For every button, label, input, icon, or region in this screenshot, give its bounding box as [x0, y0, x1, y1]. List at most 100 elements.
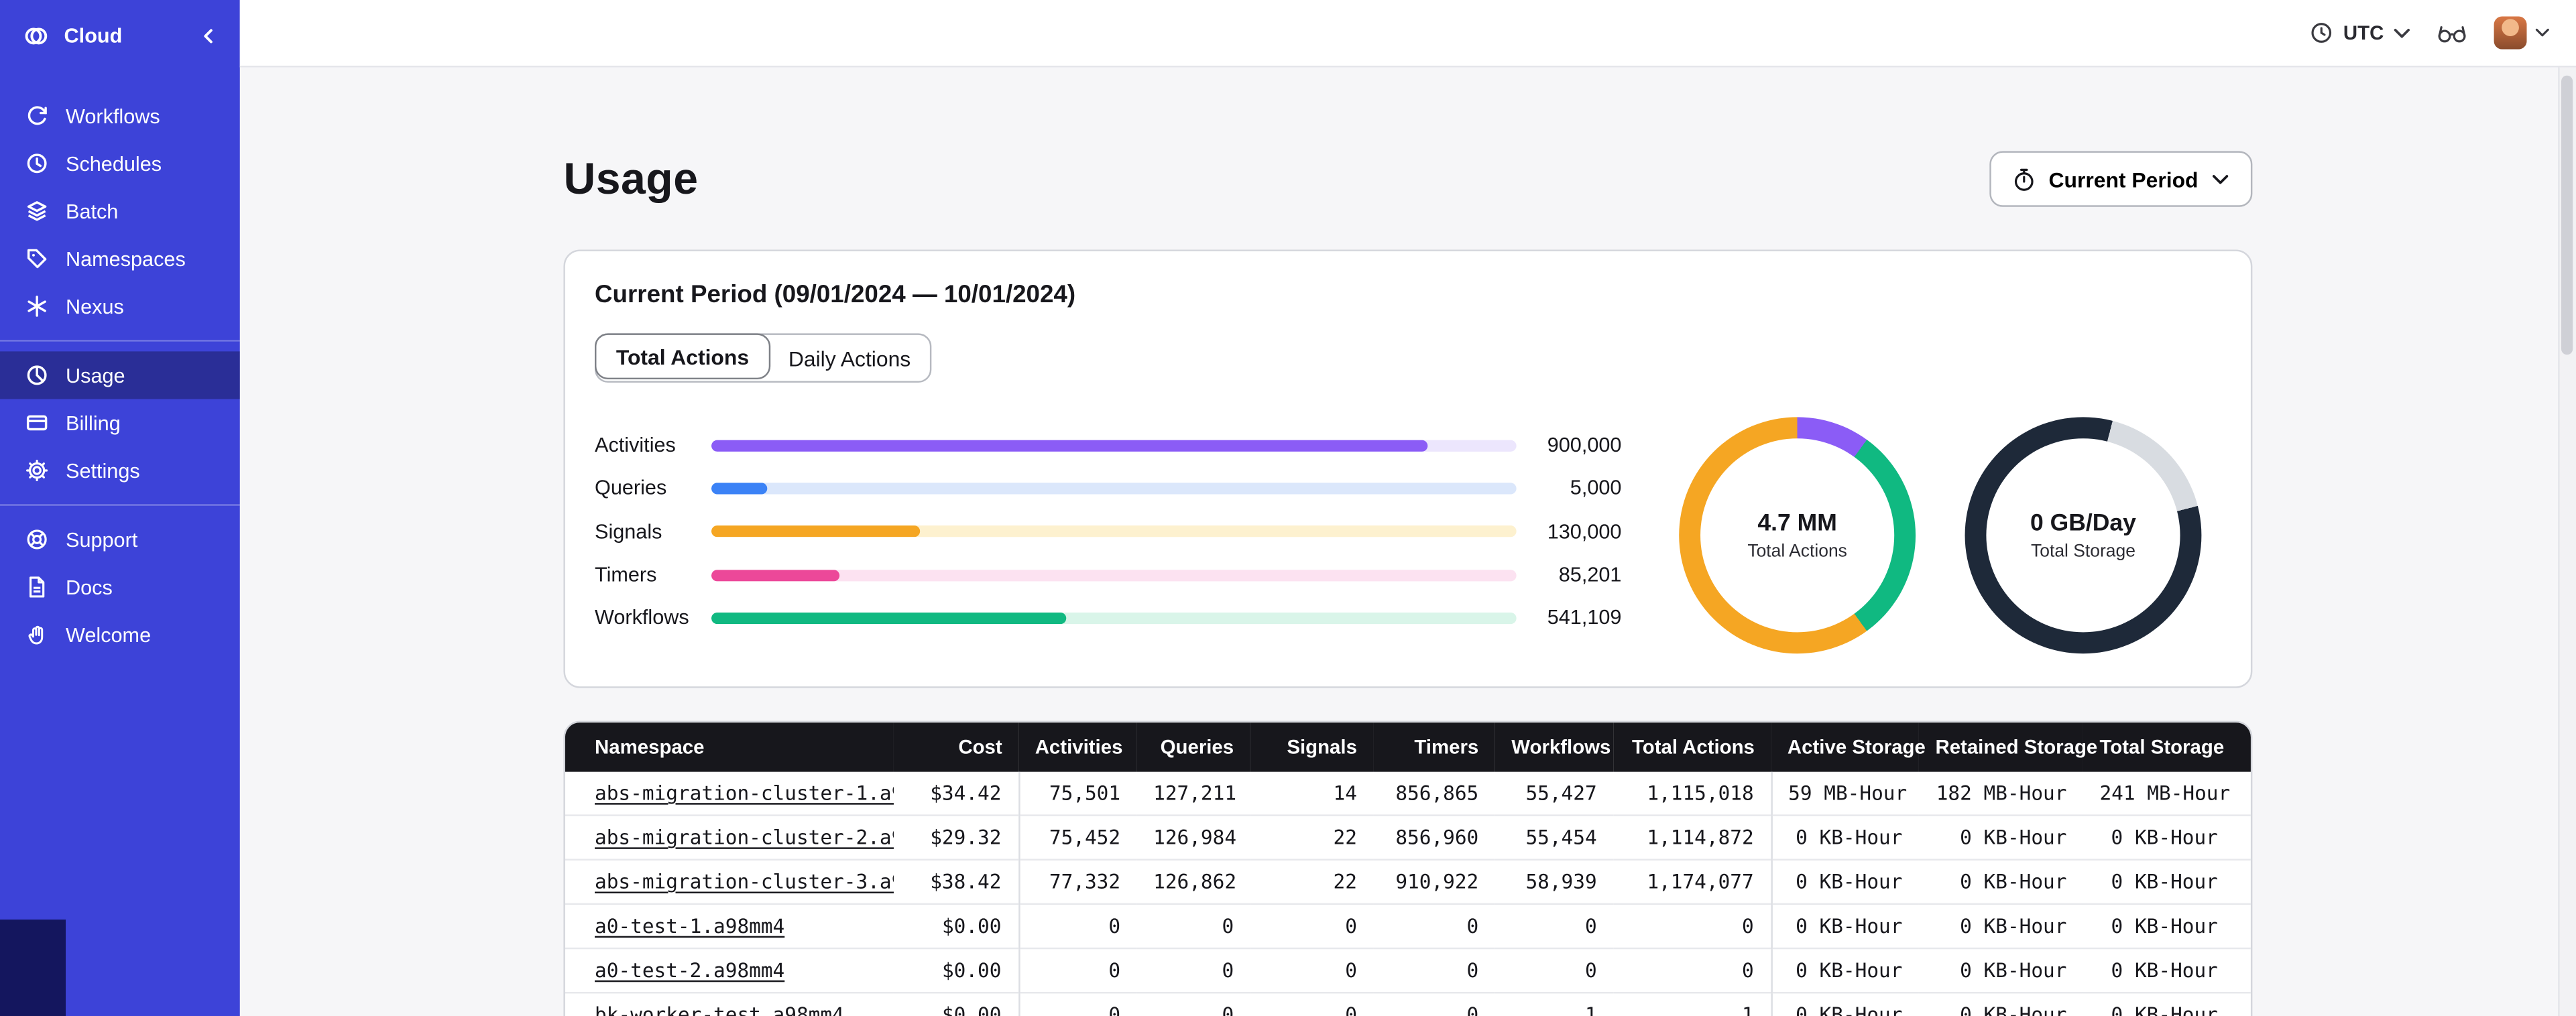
sidebar-item-namespaces[interactable]: Namespaces — [0, 235, 240, 282]
bar-row-queries: Queries 5,000 — [595, 467, 1621, 510]
cell-signals: 22 — [1250, 859, 1374, 904]
namespace-link[interactable]: a0-test-2.a98mm4 — [595, 959, 784, 982]
sidebar-item-welcome[interactable]: Welcome — [0, 611, 240, 659]
sidebar-item-usage[interactable]: Usage — [0, 351, 240, 399]
sidebar-item-schedules[interactable]: Schedules — [0, 139, 240, 187]
page-scrollbar[interactable] — [2558, 67, 2576, 1016]
user-avatar[interactable] — [2494, 16, 2527, 50]
sidebar-item-label: Welcome — [66, 623, 152, 647]
cell-total-actions: 1,174,077 — [1613, 859, 1771, 904]
cell-retained-storage: 0 KB-Hour — [1918, 814, 2083, 860]
user-menu[interactable] — [2494, 16, 2550, 50]
cell-retained-storage: 0 KB-Hour — [1918, 992, 2083, 1016]
namespace-link[interactable]: abs-migration-cluster-1.a98mm4 — [595, 781, 894, 804]
document-icon — [29, 576, 45, 598]
cell-active-storage: 0 KB-Hour — [1770, 859, 1919, 904]
col-header-active-storage: Active Storage — [1771, 722, 1926, 772]
clock-icon — [2312, 23, 2332, 43]
bar-value: 130,000 — [1547, 520, 1622, 544]
cell-queries: 126,862 — [1136, 859, 1250, 904]
cell-activities: 77,332 — [1017, 859, 1137, 904]
timezone-label: UTC — [2343, 21, 2384, 45]
bar-fill — [711, 483, 768, 495]
period-selector-button[interactable]: Current Period — [1989, 151, 2253, 207]
sidebar-brand-label: Cloud — [64, 24, 123, 48]
timezone-selector[interactable]: UTC — [2310, 21, 2410, 44]
cell-queries: 0 — [1136, 992, 1250, 1016]
current-period-card: Current Period (09/01/2024 — 10/01/2024)… — [563, 249, 2253, 688]
bar-value: 541,109 — [1547, 606, 1622, 630]
scrollbar-thumb[interactable] — [2561, 75, 2573, 355]
cell-cost: $0.00 — [893, 947, 1019, 993]
cell-workflows: 55,427 — [1525, 781, 1597, 805]
cell-signals: 0 — [1250, 947, 1374, 993]
col-header-namespace: Namespace — [565, 722, 894, 772]
cell-signals: 0 — [1250, 992, 1374, 1016]
topbar: UTC — [239, 0, 2576, 68]
sidebar-item-workflows[interactable]: Workflows — [0, 92, 240, 139]
chevron-down-icon — [2212, 174, 2229, 184]
tab-total-actions[interactable]: Total Actions — [595, 333, 770, 380]
billing-icon — [26, 415, 48, 431]
page-title: Usage — [563, 153, 699, 203]
namespace-link[interactable]: abs-migration-cluster-3.a98mm4 — [595, 871, 894, 893]
sidebar-item-settings[interactable]: Settings — [0, 446, 240, 494]
sidebar-group-account: Usage Billing Settings — [0, 340, 240, 494]
cell-cost: $0.00 — [893, 992, 1019, 1016]
table-row: a0-test-1.a98mm4 $0.00 0 0 0 0 0 0 0 KB-… — [565, 903, 2251, 949]
nexus-icon — [27, 296, 46, 317]
cell-workflows: 0 — [1495, 947, 1614, 993]
table-header-row: Namespace Cost Activities Queries Signal… — [565, 722, 2251, 772]
tab-daily-actions[interactable]: Daily Actions — [768, 335, 930, 381]
sidebar-item-nexus[interactable]: Nexus — [0, 282, 240, 330]
sidebar-item-label: Billing — [66, 411, 121, 435]
bar-fill — [711, 569, 841, 581]
cell-timers: 856,865 — [1395, 781, 1479, 805]
bar-value: 85,201 — [1558, 563, 1622, 586]
cell-active-storage: 0 KB-Hour — [1770, 947, 1919, 993]
sidebar-item-label: Docs — [66, 575, 113, 599]
sidebar-item-billing[interactable]: Billing — [0, 399, 240, 446]
sidebar-item-label: Schedules — [66, 151, 162, 175]
cell-queries: 0 — [1136, 947, 1250, 993]
namespace-link[interactable]: abs-migration-cluster-2.a98mm4 — [595, 826, 894, 849]
namespaces-icon — [27, 249, 47, 269]
workflows-icon — [27, 106, 47, 125]
cell-retained-storage: 0 KB-Hour — [1918, 947, 2083, 993]
bar-fill — [711, 612, 1066, 624]
cell-activities: 75,501 — [1017, 771, 1137, 816]
cell-cost: $34.42 — [930, 781, 1002, 805]
sidebar-item-support[interactable]: Support — [0, 515, 240, 563]
namespace-link[interactable]: a0-test-1.a98mm4 — [595, 915, 784, 938]
bar-value: 5,000 — [1570, 477, 1622, 500]
cell-timers: 0 — [1373, 947, 1495, 993]
usage-icon — [27, 365, 47, 385]
cell-total-storage: 0 KB-Hour — [2083, 992, 2251, 1016]
col-header-total-storage: Total Storage — [2083, 722, 2251, 772]
lifebuoy-icon — [27, 529, 47, 550]
sidebar-item-label: Namespaces — [66, 247, 186, 271]
namespace-usage-table: Namespace Cost Activities Queries Signal… — [565, 722, 2251, 1016]
cell-signals: 14 — [1333, 781, 1357, 805]
sidebar-collapse-button[interactable] — [200, 28, 217, 45]
sidebar: Cloud Workflows Schedules Batch Namespac… — [0, 0, 240, 1016]
cell-total-actions: 0 — [1613, 903, 1771, 949]
bar-label: Workflows — [595, 606, 689, 630]
sidebar-item-docs[interactable]: Docs — [0, 563, 240, 611]
chevron-down-icon — [2394, 27, 2410, 38]
glasses-icon[interactable] — [2437, 21, 2468, 44]
sidebar-item-batch[interactable]: Batch — [0, 187, 240, 235]
cell-cost: $38.42 — [893, 859, 1019, 904]
gear-icon — [26, 459, 48, 482]
bar-label: Signals — [595, 520, 662, 544]
cell-activities: 75,452 — [1017, 814, 1137, 860]
table-row: abs-migration-cluster-2.a98mm4 $29.32 75… — [565, 814, 2251, 860]
sidebar-group-primary: Workflows Schedules Batch Namespaces Nex… — [0, 82, 240, 330]
namespace-link[interactable]: bk-worker-test.a98mm4 — [595, 1003, 844, 1016]
cell-total-actions: 0 — [1613, 947, 1771, 993]
table-row: abs-migration-cluster-3.a98mm4 $38.42 77… — [565, 859, 2251, 904]
sidebar-item-label: Batch — [66, 199, 119, 223]
bar-label: Timers — [595, 563, 657, 586]
cell-signals: 22 — [1250, 814, 1374, 860]
sidebar-brand[interactable]: Cloud — [0, 0, 240, 72]
